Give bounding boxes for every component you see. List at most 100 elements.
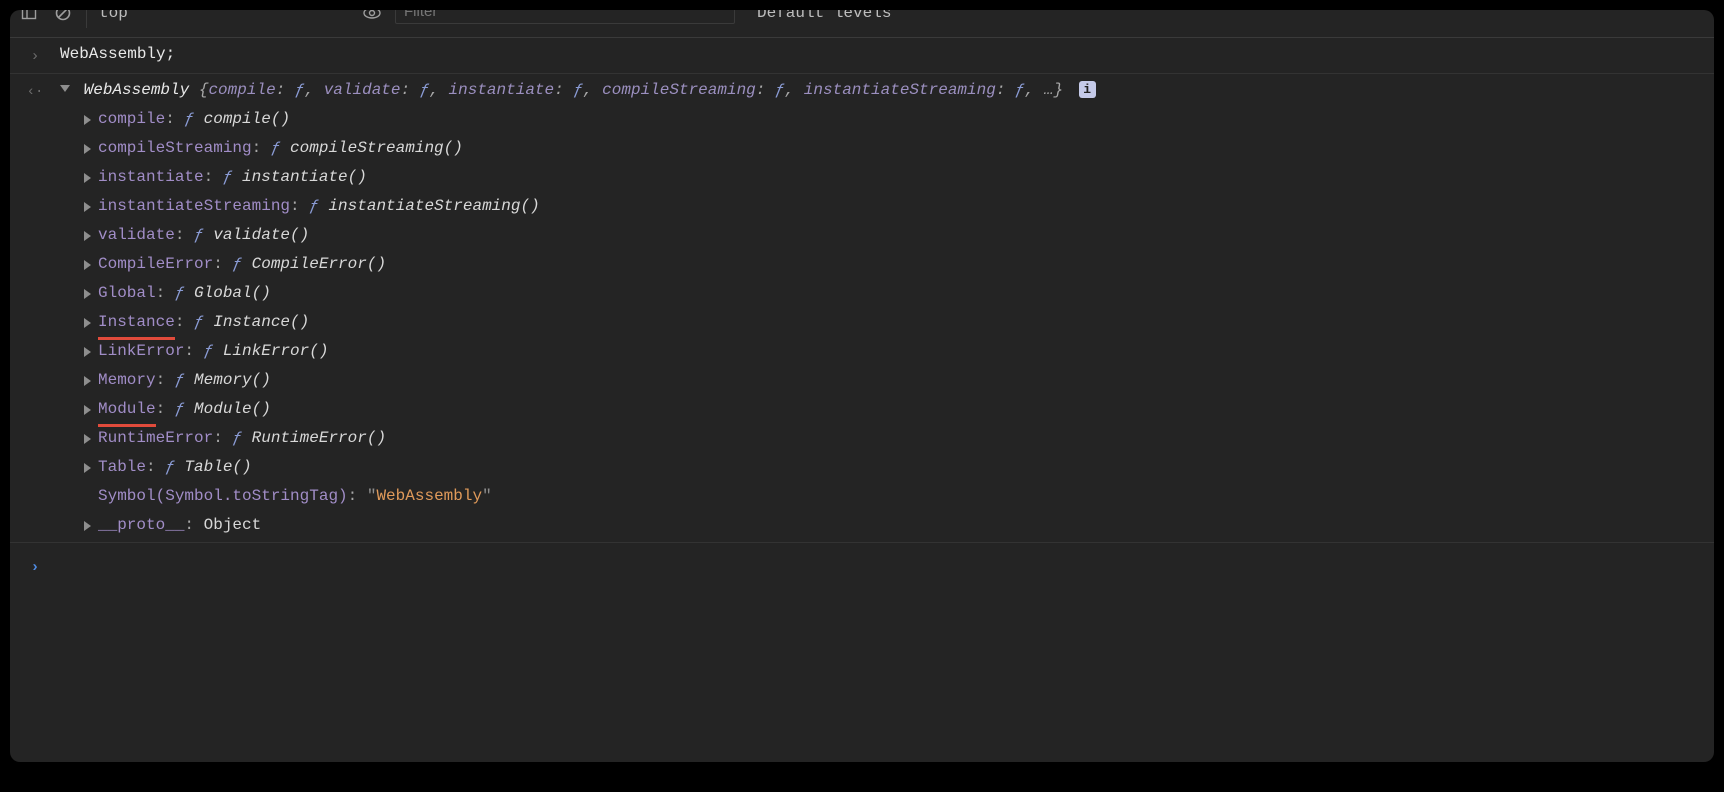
log-levels-selector[interactable]: Default levels (747, 10, 891, 22)
function-name: RuntimeError() (252, 429, 386, 447)
expand-arrow-icon[interactable] (84, 202, 91, 212)
clear-console-icon[interactable] (52, 10, 74, 24)
property-key: Global (98, 284, 156, 302)
property-key: Memory (98, 371, 156, 389)
function-glyph: ƒ (184, 110, 203, 128)
function-name: Module() (194, 400, 271, 418)
function-name: instantiateStreaming() (328, 197, 539, 215)
input-expression: WebAssembly; (60, 45, 175, 63)
object-properties: compile: ƒ compile()compileStreaming: ƒ … (60, 105, 1704, 540)
execution-context-selector[interactable]: top (99, 10, 349, 22)
property-row[interactable]: Table: ƒ Table() (84, 453, 1704, 482)
prompt-chevron-icon: › (10, 551, 60, 582)
plain-value: Object (204, 516, 262, 534)
function-name: validate() (213, 226, 309, 244)
expand-arrow-icon[interactable] (84, 521, 91, 531)
property-key: __proto__ (98, 516, 184, 534)
console-toolbar: top Default levels (10, 10, 1714, 38)
expand-arrow-icon[interactable] (84, 405, 91, 415)
preview-value: ƒ (420, 81, 430, 99)
property-row[interactable]: CompileError: ƒ CompileError() (84, 250, 1704, 279)
preview-value: ƒ (573, 81, 583, 99)
filter-input[interactable] (395, 10, 735, 24)
console-prompt-row[interactable]: › (10, 543, 1714, 762)
property-row[interactable]: Memory: ƒ Memory() (84, 366, 1704, 395)
property-key: Table (98, 458, 146, 476)
devtools-console-panel: top Default levels › WebAssembly; ‹· Web… (10, 10, 1714, 762)
function-name: CompileError() (252, 255, 386, 273)
property-key: validate (98, 226, 175, 244)
function-glyph: ƒ (204, 342, 223, 360)
expand-arrow-icon[interactable] (84, 347, 91, 357)
expand-arrow-icon[interactable] (84, 463, 91, 473)
toggle-sidebar-icon[interactable] (18, 10, 40, 24)
expand-arrow-icon[interactable] (84, 231, 91, 241)
preview-key: instantiate (449, 81, 555, 99)
property-row[interactable]: instantiate: ƒ instantiate() (84, 163, 1704, 192)
property-key: Symbol(Symbol.toStringTag) (98, 487, 348, 505)
console-output: › WebAssembly; ‹· WebAssembly {compile: … (10, 38, 1714, 762)
object-name: WebAssembly (84, 81, 190, 99)
property-key: Module (98, 400, 156, 418)
property-row[interactable]: Global: ƒ Global() (84, 279, 1704, 308)
function-glyph: ƒ (232, 255, 251, 273)
function-name: LinkError() (223, 342, 329, 360)
function-glyph: ƒ (165, 458, 184, 476)
preview-value: ƒ (775, 81, 785, 99)
expand-arrow-icon[interactable] (84, 318, 91, 328)
function-name: Global() (194, 284, 271, 302)
function-glyph: ƒ (232, 429, 251, 447)
expand-arrow-icon[interactable] (84, 376, 91, 386)
expand-arrow-icon[interactable] (84, 115, 91, 125)
string-value: WebAssembly (376, 487, 482, 505)
function-glyph: ƒ (271, 139, 290, 157)
info-icon[interactable]: i (1079, 81, 1096, 98)
function-glyph: ƒ (223, 168, 242, 186)
preview-trailing: , … (1025, 81, 1054, 99)
property-key: compile (98, 110, 165, 128)
function-name: compile() (204, 110, 290, 128)
property-key: RuntimeError (98, 429, 213, 447)
property-row[interactable]: __proto__: Object (84, 511, 1704, 540)
function-glyph: ƒ (175, 284, 194, 302)
preview-value: ƒ (1015, 81, 1025, 99)
property-row[interactable]: RuntimeError: ƒ RuntimeError() (84, 424, 1704, 453)
property-row[interactable]: LinkError: ƒ LinkError() (84, 337, 1704, 366)
function-glyph: ƒ (175, 371, 194, 389)
function-name: compileStreaming() (290, 139, 463, 157)
property-row[interactable]: compile: ƒ compile() (84, 105, 1704, 134)
expand-arrow-icon[interactable] (84, 144, 91, 154)
eye-icon[interactable] (361, 10, 383, 24)
property-key: instantiateStreaming (98, 197, 290, 215)
output-prompt-icon: ‹· (10, 76, 60, 107)
expand-arrow-icon[interactable] (84, 260, 91, 270)
property-row[interactable]: instantiateStreaming: ƒ instantiateStrea… (84, 192, 1704, 221)
function-name: instantiate() (242, 168, 367, 186)
expand-arrow-icon[interactable] (84, 289, 91, 299)
function-name: Memory() (194, 371, 271, 389)
preview-key: compile (208, 81, 275, 99)
expand-arrow-icon[interactable] (84, 434, 91, 444)
toolbar-separator (86, 10, 87, 28)
preview-key: validate (324, 81, 401, 99)
preview-key: instantiateStreaming (804, 81, 996, 99)
property-key: LinkError (98, 342, 184, 360)
function-name: Table() (184, 458, 251, 476)
function-glyph: ƒ (194, 313, 213, 331)
object-summary-line[interactable]: WebAssembly {compile: ƒ, validate: ƒ, in… (60, 76, 1704, 105)
property-row[interactable]: Symbol(Symbol.toStringTag): "WebAssembly… (84, 482, 1704, 511)
expand-arrow-icon[interactable] (84, 173, 91, 183)
console-input-echo: › WebAssembly; (10, 38, 1714, 74)
function-name: Instance() (213, 313, 309, 331)
function-glyph: ƒ (175, 400, 194, 418)
property-row[interactable]: Module: ƒ Module() (84, 395, 1704, 424)
property-key: CompileError (98, 255, 213, 273)
property-row[interactable]: compileStreaming: ƒ compileStreaming() (84, 134, 1704, 163)
function-glyph: ƒ (194, 226, 213, 244)
property-row[interactable]: Instance: ƒ Instance() (84, 308, 1704, 337)
expand-toggle-icon[interactable] (60, 85, 70, 92)
preview-key: compileStreaming (602, 81, 756, 99)
property-row[interactable]: validate: ƒ validate() (84, 221, 1704, 250)
function-glyph: ƒ (309, 197, 328, 215)
property-key: Instance (98, 313, 175, 331)
